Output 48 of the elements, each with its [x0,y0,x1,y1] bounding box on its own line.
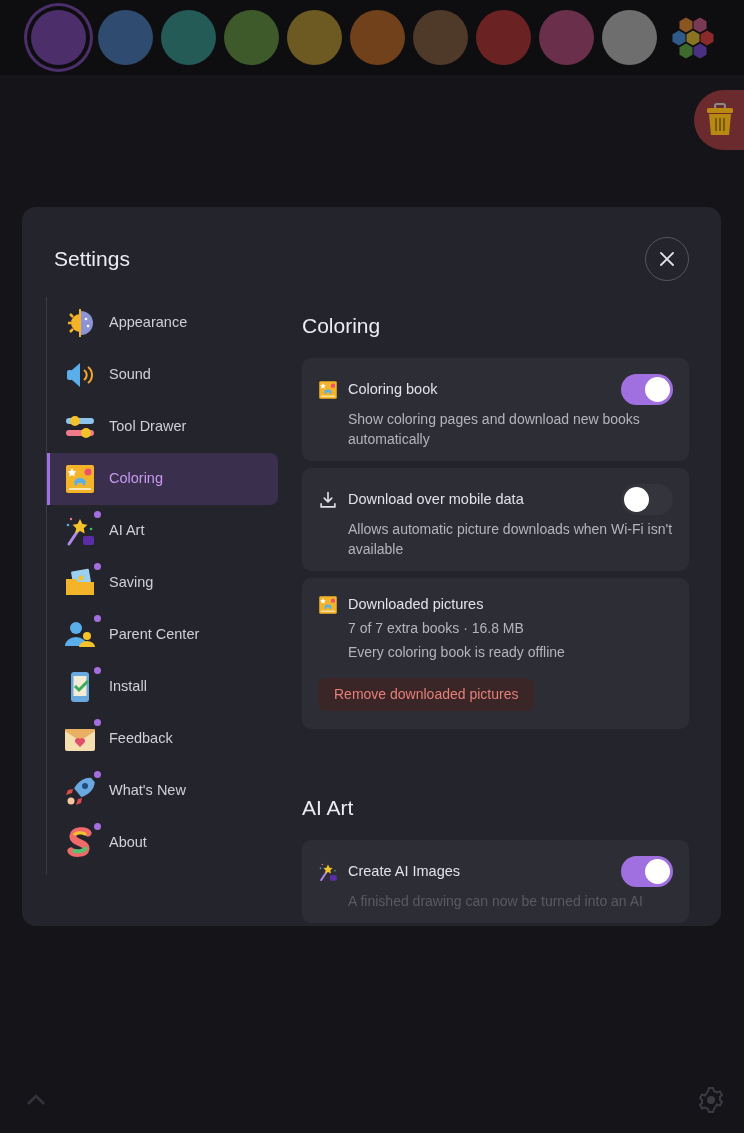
sidebar-item[interactable]: Coloring [47,453,278,505]
picture-book-icon [318,595,338,616]
color-swatch[interactable] [224,10,279,65]
settings-icon[interactable] [698,1087,724,1113]
color-swatch[interactable] [602,10,657,65]
section-heading: Coloring [302,313,382,339]
setting-title: Downloaded pictures [348,595,485,615]
storage-info: 7 of 7 extra books · 16.8 MB [348,618,525,638]
sidebar-item[interactable]: Appearance [47,297,278,349]
picture-book-icon [64,463,96,495]
sidebar-item[interactable]: Saving [47,557,278,609]
setting-title: Coloring book [348,379,439,399]
remove-pictures-button[interactable]: Remove downloaded pictures [318,677,535,711]
trash-button[interactable] [694,90,744,150]
color-swatch[interactable] [287,10,342,65]
dialog-title: Settings [54,246,130,272]
trash-icon [706,103,734,137]
sidebar-item[interactable]: Install [47,661,278,713]
color-swatch[interactable] [98,10,153,65]
close-icon [660,252,674,266]
storage-info: Every coloring book is ready offline [348,642,566,662]
color-swatch[interactable] [413,10,468,65]
download-icon [318,489,338,510]
sidebar-item[interactable]: AI Art [47,505,278,557]
setting-description: Allows automatic picture downloads when Wi-Fi isn't available [348,520,673,560]
toggle-switch[interactable] [621,484,673,516]
sidebar-item[interactable]: Parent Center [47,609,278,661]
magic-wand-icon [318,861,338,882]
color-swatch[interactable] [350,10,405,65]
color-wheel-icon[interactable] [671,15,715,60]
sidebar-item[interactable]: Tool Drawer [47,401,278,453]
magic-wand-icon [64,515,96,547]
sidebar-item[interactable]: What's New [47,765,278,817]
color-swatch[interactable] [476,10,531,65]
picture-book-icon [318,379,338,400]
toggle-switch[interactable] [621,856,673,888]
sidebar-item[interactable]: Sound [47,349,278,401]
setting-title: Download over mobile data [348,489,525,509]
sidebar-item[interactable]: Feedback [47,713,278,765]
toggle-switch[interactable] [621,374,673,406]
setting-description: Show coloring pages and download new books automatically [348,410,641,450]
section-heading: AI Art [302,794,355,821]
setting-title: Create AI Images [348,861,462,881]
chevron-up-icon[interactable] [26,1094,46,1106]
color-swatch[interactable] [539,10,594,65]
color-swatch[interactable] [161,10,216,65]
sidebar-item[interactable]: About [47,817,278,869]
rocket-icon [64,775,96,807]
